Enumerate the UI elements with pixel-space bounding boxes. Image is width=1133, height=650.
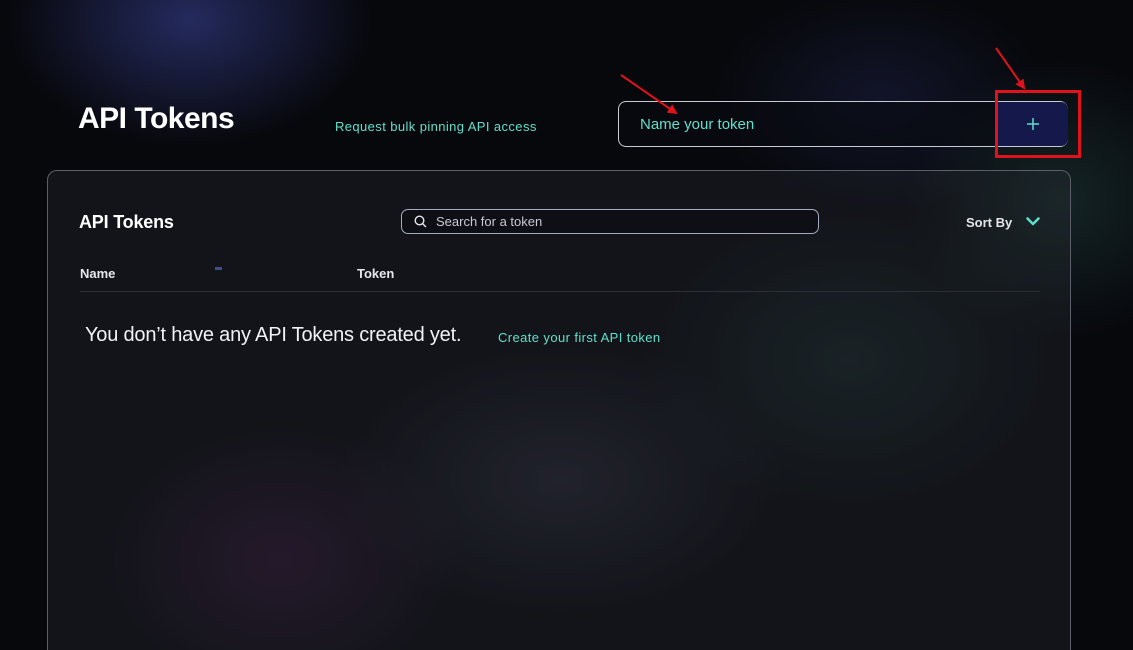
column-header-name: Name xyxy=(80,266,116,281)
tokens-panel: API Tokens Sort By Name Token You don’t … xyxy=(47,170,1071,650)
sort-label: Sort By xyxy=(966,215,1013,230)
empty-state-message: You don’t have any API Tokens created ye… xyxy=(85,324,462,346)
search-input[interactable] xyxy=(436,210,806,233)
chevron-down-icon xyxy=(1026,217,1040,226)
token-search xyxy=(401,209,819,234)
column-header-token: Token xyxy=(357,266,395,281)
annotation-arrow-input xyxy=(620,74,678,115)
column-sort-indicator xyxy=(215,267,222,270)
page-background: API Tokens Request bulk pinning API acce… xyxy=(0,0,1133,650)
annotation-arrow-button xyxy=(995,47,1026,90)
create-first-token-link[interactable]: Create your first API token xyxy=(498,330,661,345)
search-icon xyxy=(414,215,427,228)
sort-dropdown[interactable]: Sort By xyxy=(966,215,1040,230)
header-divider xyxy=(80,291,1040,292)
panel-title: API Tokens xyxy=(79,212,174,232)
